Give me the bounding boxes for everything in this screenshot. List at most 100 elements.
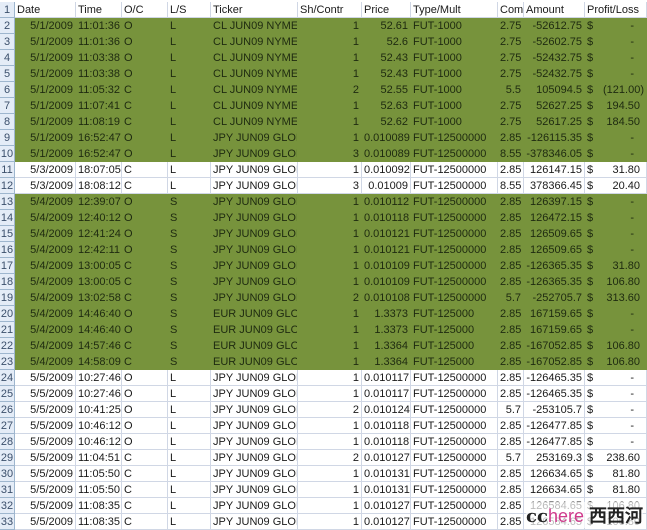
cell-time[interactable]: 11:01:36 (76, 18, 122, 34)
row-number[interactable]: 30 (0, 466, 15, 482)
cell-time[interactable]: 18:07:05 (76, 162, 122, 178)
cell-ticker[interactable]: CL JUN09 NYMEX (211, 18, 298, 34)
cell-profit-loss[interactable]: $81.80 (585, 466, 647, 482)
row-number[interactable]: 5 (0, 66, 15, 82)
cell-commission[interactable]: 2.85 (498, 498, 524, 514)
cell-open-close[interactable]: C (122, 178, 168, 194)
cell-price[interactable]: 0.010131 (362, 466, 411, 482)
cell-profit-loss[interactable]: $31.80 (585, 258, 647, 274)
cell-time[interactable]: 11:05:32 (76, 82, 122, 98)
cell-profit-loss[interactable]: $ - (585, 434, 647, 450)
cell-long-short[interactable]: L (168, 66, 211, 82)
cell-amount[interactable]: -52432.75 (524, 66, 585, 82)
cell-commission[interactable]: 2.85 (498, 210, 524, 226)
cell-open-close[interactable]: C (122, 82, 168, 98)
cell-date[interactable]: 5/4/2009 (15, 194, 76, 210)
cell-contracts[interactable]: 1 (298, 434, 362, 450)
cell-commission[interactable]: 8.55 (498, 146, 524, 162)
cell-long-short[interactable]: L (168, 466, 211, 482)
cell-profit-loss[interactable]: $20.40 (585, 178, 647, 194)
cell-ticker[interactable]: EUR JUN09 GLOBEX (211, 354, 298, 370)
cell-amount[interactable]: -252705.7 (524, 290, 585, 306)
cell-long-short[interactable]: S (168, 274, 211, 290)
cell-amount[interactable]: 378366.45 (524, 178, 585, 194)
cell-type-mult[interactable]: FUT-12500000 (411, 482, 498, 498)
cell-date[interactable]: 5/1/2009 (15, 34, 76, 50)
cell-open-close[interactable]: O (122, 18, 168, 34)
cell-price[interactable]: 0.010109 (362, 258, 411, 274)
cell-type-mult[interactable]: FUT-12500000 (411, 194, 498, 210)
cell-date[interactable]: 5/5/2009 (15, 434, 76, 450)
cell-profit-loss[interactable]: $81.80 (585, 482, 647, 498)
cell-type-mult[interactable]: FUT-12500000 (411, 466, 498, 482)
cell-commission[interactable]: 2.85 (498, 466, 524, 482)
cell-date[interactable]: 5/5/2009 (15, 498, 76, 514)
cell-date[interactable]: 5/1/2009 (15, 146, 76, 162)
cell-ticker[interactable]: JPY JUN09 GLOBEX (211, 450, 298, 466)
row-number[interactable]: 25 (0, 386, 15, 402)
cell-price[interactable]: 52.61 (362, 18, 411, 34)
cell-price[interactable]: 0.010124 (362, 402, 411, 418)
cell-open-close[interactable]: C (122, 290, 168, 306)
cell-time[interactable]: 11:05:50 (76, 482, 122, 498)
cell-price[interactable]: 0.010089 (362, 146, 411, 162)
cell-price[interactable]: 0.010127 (362, 514, 411, 530)
cell-date[interactable]: 5/5/2009 (15, 418, 76, 434)
row-number[interactable]: 20 (0, 306, 15, 322)
cell-long-short[interactable]: L (168, 82, 211, 98)
cell-long-short[interactable]: S (168, 322, 211, 338)
cell-contracts[interactable]: 1 (298, 242, 362, 258)
cell-profit-loss[interactable]: $194.50 (585, 98, 647, 114)
cell-long-short[interactable]: L (168, 146, 211, 162)
cell-price[interactable]: 0.01009 (362, 178, 411, 194)
column-header-commission[interactable]: Comm (498, 2, 524, 18)
cell-commission[interactable]: 2.85 (498, 258, 524, 274)
cell-ticker[interactable]: JPY JUN09 GLOBEX (211, 370, 298, 386)
cell-amount[interactable]: 126147.15 (524, 162, 585, 178)
cell-profit-loss[interactable]: $ - (585, 194, 647, 210)
cell-date[interactable]: 5/1/2009 (15, 98, 76, 114)
cell-time[interactable]: 13:02:58 (76, 290, 122, 306)
cell-ticker[interactable]: EUR JUN09 GLOBEX (211, 322, 298, 338)
cell-type-mult[interactable]: FUT-12500000 (411, 210, 498, 226)
row-number[interactable]: 28 (0, 434, 15, 450)
cell-long-short[interactable]: L (168, 162, 211, 178)
cell-contracts[interactable]: 1 (298, 322, 362, 338)
cell-contracts[interactable]: 1 (298, 194, 362, 210)
cell-ticker[interactable]: JPY JUN09 GLOBEX (211, 290, 298, 306)
cell-commission[interactable]: 2.85 (498, 274, 524, 290)
cell-contracts[interactable]: 1 (298, 274, 362, 290)
row-number[interactable]: 18 (0, 274, 15, 290)
cell-open-close[interactable]: O (122, 386, 168, 402)
cell-price[interactable]: 0.010089 (362, 130, 411, 146)
cell-time[interactable]: 11:05:50 (76, 466, 122, 482)
cell-type-mult[interactable]: FUT-1000 (411, 98, 498, 114)
cell-open-close[interactable]: C (122, 354, 168, 370)
cell-date[interactable]: 5/5/2009 (15, 514, 76, 530)
cell-ticker[interactable]: EUR JUN09 GLOBEX (211, 338, 298, 354)
cell-profit-loss[interactable]: $ - (585, 306, 647, 322)
cell-amount[interactable]: 126634.65 (524, 482, 585, 498)
cell-contracts[interactable]: 1 (298, 130, 362, 146)
cell-time[interactable]: 11:08:35 (76, 498, 122, 514)
cell-contracts[interactable]: 1 (298, 418, 362, 434)
cell-ticker[interactable]: JPY JUN09 GLOBEX (211, 130, 298, 146)
cell-contracts[interactable]: 1 (298, 482, 362, 498)
cell-open-close[interactable]: C (122, 450, 168, 466)
cell-type-mult[interactable]: FUT-1000 (411, 114, 498, 130)
cell-time[interactable]: 11:03:38 (76, 66, 122, 82)
cell-open-close[interactable]: O (122, 226, 168, 242)
row-number[interactable]: 6 (0, 82, 15, 98)
cell-date[interactable]: 5/5/2009 (15, 402, 76, 418)
row-number[interactable]: 17 (0, 258, 15, 274)
cell-type-mult[interactable]: FUT-12500000 (411, 450, 498, 466)
cell-contracts[interactable]: 1 (298, 50, 362, 66)
cell-profit-loss[interactable]: $106.80 (585, 354, 647, 370)
cell-ticker[interactable]: JPY JUN09 GLOBEX (211, 146, 298, 162)
cell-long-short[interactable]: S (168, 258, 211, 274)
cell-long-short[interactable]: L (168, 450, 211, 466)
cell-profit-loss[interactable]: $184.50 (585, 114, 647, 130)
cell-long-short[interactable]: L (168, 114, 211, 130)
cell-type-mult[interactable]: FUT-12500000 (411, 178, 498, 194)
cell-type-mult[interactable]: FUT-12500000 (411, 370, 498, 386)
